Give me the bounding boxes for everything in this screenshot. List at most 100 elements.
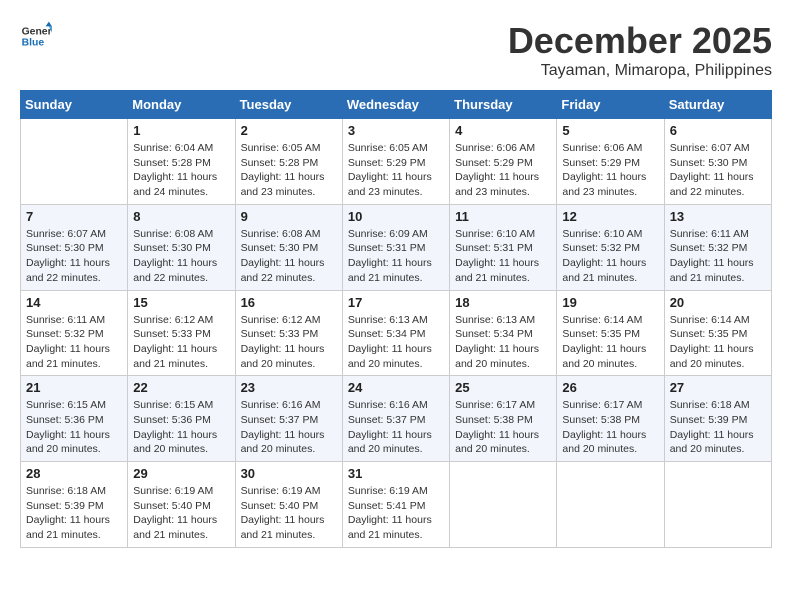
day-number: 13 xyxy=(670,209,766,224)
day-number: 7 xyxy=(26,209,122,224)
col-sunday: Sunday xyxy=(21,91,128,119)
col-wednesday: Wednesday xyxy=(342,91,449,119)
calendar-cell-w5-d2: 29 Sunrise: 6:19 AMSunset: 5:40 PMDayligh… xyxy=(128,462,235,548)
day-number: 18 xyxy=(455,295,551,310)
cell-info: Sunrise: 6:06 AMSunset: 5:29 PMDaylight:… xyxy=(455,141,551,200)
day-number: 12 xyxy=(562,209,658,224)
day-number: 5 xyxy=(562,123,658,138)
col-monday: Monday xyxy=(128,91,235,119)
cell-info: Sunrise: 6:07 AMSunset: 5:30 PMDaylight:… xyxy=(26,227,122,286)
cell-info: Sunrise: 6:14 AMSunset: 5:35 PMDaylight:… xyxy=(562,313,658,372)
cell-info: Sunrise: 6:05 AMSunset: 5:29 PMDaylight:… xyxy=(348,141,444,200)
calendar-cell-w3-d5: 18Sunrise: 6:13 AMSunset: 5:34 PMDayligh… xyxy=(450,290,557,376)
calendar-cell-w4-d5: 25 Sunrise: 6:17 AMSunset: 5:38 PMDayligh… xyxy=(450,376,557,462)
day-number: 1 xyxy=(133,123,229,138)
calendar-cell-w3-d3: 16 Sunrise: 6:12 AMSunset: 5:33 PMDayligh… xyxy=(235,290,342,376)
calendar-cell-w5-d1: 28Sunrise: 6:18 AMSunset: 5:39 PMDayligh… xyxy=(21,462,128,548)
cell-info: Sunrise: 6:12 AMSunset: 5:33 PMDaylight:… xyxy=(133,313,229,372)
cell-info: Sunrise: 6:04 AMSunset: 5:28 PMDaylight:… xyxy=(133,141,229,200)
page-header: General Blue December 2025 Tayaman, Mima… xyxy=(20,20,772,80)
cell-info: Sunrise: 6:12 AMSunset: 5:33 PMDaylight:… xyxy=(241,313,337,372)
calendar-cell-w4-d2: 22 Sunrise: 6:15 AMSunset: 5:36 PMDayligh… xyxy=(128,376,235,462)
calendar-cell-w4-d7: 27Sunrise: 6:18 AMSunset: 5:39 PMDayligh… xyxy=(664,376,771,462)
calendar-table: Sunday Monday Tuesday Wednesday Thursday… xyxy=(20,90,772,548)
cell-info: Sunrise: 6:16 AMSunset: 5:37 PMDaylight:… xyxy=(348,398,444,457)
col-thursday: Thursday xyxy=(450,91,557,119)
logo: General Blue xyxy=(20,20,52,52)
calendar-cell-w1-d5: 4 Sunrise: 6:06 AMSunset: 5:29 PMDaylight… xyxy=(450,119,557,205)
calendar-cell-w3-d7: 20 Sunrise: 6:14 AMSunset: 5:35 PMDayligh… xyxy=(664,290,771,376)
svg-text:Blue: Blue xyxy=(22,38,45,49)
day-number: 21 xyxy=(26,380,122,395)
cell-info: Sunrise: 6:09 AMSunset: 5:31 PMDaylight:… xyxy=(348,227,444,286)
day-number: 14 xyxy=(26,295,122,310)
day-number: 11 xyxy=(455,209,551,224)
calendar-week-5: 28Sunrise: 6:18 AMSunset: 5:39 PMDayligh… xyxy=(21,462,772,548)
calendar-cell-w3-d1: 14 Sunrise: 6:11 AMSunset: 5:32 PMDayligh… xyxy=(21,290,128,376)
calendar-cell-w4-d4: 24 Sunrise: 6:16 AMSunset: 5:37 PMDayligh… xyxy=(342,376,449,462)
calendar-cell-w4-d6: 26Sunrise: 6:17 AMSunset: 5:38 PMDayligh… xyxy=(557,376,664,462)
calendar-cell-w1-d4: 3 Sunrise: 6:05 AMSunset: 5:29 PMDaylight… xyxy=(342,119,449,205)
cell-info: Sunrise: 6:14 AMSunset: 5:35 PMDaylight:… xyxy=(670,313,766,372)
cell-info: Sunrise: 6:19 AMSunset: 5:40 PMDaylight:… xyxy=(133,484,229,543)
day-number: 19 xyxy=(562,295,658,310)
calendar-week-4: 21 Sunrise: 6:15 AMSunset: 5:36 PMDayligh… xyxy=(21,376,772,462)
calendar-cell-w2-d5: 11 Sunrise: 6:10 AMSunset: 5:31 PMDayligh… xyxy=(450,204,557,290)
day-number: 28 xyxy=(26,466,122,481)
calendar-cell-w3-d2: 15 Sunrise: 6:12 AMSunset: 5:33 PMDayligh… xyxy=(128,290,235,376)
location: Tayaman, Mimaropa, Philippines xyxy=(508,62,772,80)
calendar-cell-w5-d4: 31 Sunrise: 6:19 AMSunset: 5:41 PMDayligh… xyxy=(342,462,449,548)
calendar-cell-w1-d7: 6 Sunrise: 6:07 AMSunset: 5:30 PMDaylight… xyxy=(664,119,771,205)
cell-info: Sunrise: 6:13 AMSunset: 5:34 PMDaylight:… xyxy=(348,313,444,372)
col-tuesday: Tuesday xyxy=(235,91,342,119)
day-number: 20 xyxy=(670,295,766,310)
calendar-cell-w2-d4: 10 Sunrise: 6:09 AMSunset: 5:31 PMDayligh… xyxy=(342,204,449,290)
day-number: 8 xyxy=(133,209,229,224)
cell-info: Sunrise: 6:15 AMSunset: 5:36 PMDaylight:… xyxy=(133,398,229,457)
calendar-cell-w2-d6: 12 Sunrise: 6:10 AMSunset: 5:32 PMDayligh… xyxy=(557,204,664,290)
day-number: 25 xyxy=(455,380,551,395)
calendar-cell-w4-d1: 21Sunrise: 6:15 AMSunset: 5:36 PMDayligh… xyxy=(21,376,128,462)
svg-text:General: General xyxy=(22,26,52,37)
cell-info: Sunrise: 6:17 AMSunset: 5:38 PMDaylight:… xyxy=(455,398,551,457)
day-number: 4 xyxy=(455,123,551,138)
cell-info: Sunrise: 6:08 AMSunset: 5:30 PMDaylight:… xyxy=(241,227,337,286)
day-number: 29 xyxy=(133,466,229,481)
calendar-cell-w1-d1 xyxy=(21,119,128,205)
calendar-week-2: 7 Sunrise: 6:07 AMSunset: 5:30 PMDaylight… xyxy=(21,204,772,290)
day-number: 31 xyxy=(348,466,444,481)
calendar-cell-w3-d6: 19 Sunrise: 6:14 AMSunset: 5:35 PMDayligh… xyxy=(557,290,664,376)
month-year: December 2025 xyxy=(508,20,772,62)
calendar-cell-w2-d1: 7 Sunrise: 6:07 AMSunset: 5:30 PMDaylight… xyxy=(21,204,128,290)
cell-info: Sunrise: 6:08 AMSunset: 5:30 PMDaylight:… xyxy=(133,227,229,286)
calendar-cell-w4-d3: 23 Sunrise: 6:16 AMSunset: 5:37 PMDayligh… xyxy=(235,376,342,462)
cell-info: Sunrise: 6:19 AMSunset: 5:40 PMDaylight:… xyxy=(241,484,337,543)
day-number: 9 xyxy=(241,209,337,224)
cell-info: Sunrise: 6:19 AMSunset: 5:41 PMDaylight:… xyxy=(348,484,444,543)
calendar-header-row: Sunday Monday Tuesday Wednesday Thursday… xyxy=(21,91,772,119)
day-number: 15 xyxy=(133,295,229,310)
day-number: 26 xyxy=(562,380,658,395)
calendar-cell-w5-d6 xyxy=(557,462,664,548)
day-number: 3 xyxy=(348,123,444,138)
cell-info: Sunrise: 6:10 AMSunset: 5:32 PMDaylight:… xyxy=(562,227,658,286)
cell-info: Sunrise: 6:16 AMSunset: 5:37 PMDaylight:… xyxy=(241,398,337,457)
col-saturday: Saturday xyxy=(664,91,771,119)
day-number: 24 xyxy=(348,380,444,395)
day-number: 17 xyxy=(348,295,444,310)
cell-info: Sunrise: 6:06 AMSunset: 5:29 PMDaylight:… xyxy=(562,141,658,200)
day-number: 6 xyxy=(670,123,766,138)
calendar-week-3: 14 Sunrise: 6:11 AMSunset: 5:32 PMDayligh… xyxy=(21,290,772,376)
cell-info: Sunrise: 6:07 AMSunset: 5:30 PMDaylight:… xyxy=(670,141,766,200)
day-number: 10 xyxy=(348,209,444,224)
cell-info: Sunrise: 6:11 AMSunset: 5:32 PMDaylight:… xyxy=(26,313,122,372)
cell-info: Sunrise: 6:10 AMSunset: 5:31 PMDaylight:… xyxy=(455,227,551,286)
calendar-cell-w2-d3: 9 Sunrise: 6:08 AMSunset: 5:30 PMDaylight… xyxy=(235,204,342,290)
day-number: 23 xyxy=(241,380,337,395)
day-number: 16 xyxy=(241,295,337,310)
day-number: 30 xyxy=(241,466,337,481)
calendar-cell-w1-d6: 5 Sunrise: 6:06 AMSunset: 5:29 PMDaylight… xyxy=(557,119,664,205)
calendar-cell-w1-d2: 1 Sunrise: 6:04 AMSunset: 5:28 PMDaylight… xyxy=(128,119,235,205)
day-number: 22 xyxy=(133,380,229,395)
title-block: December 2025 Tayaman, Mimaropa, Philipp… xyxy=(508,20,772,80)
